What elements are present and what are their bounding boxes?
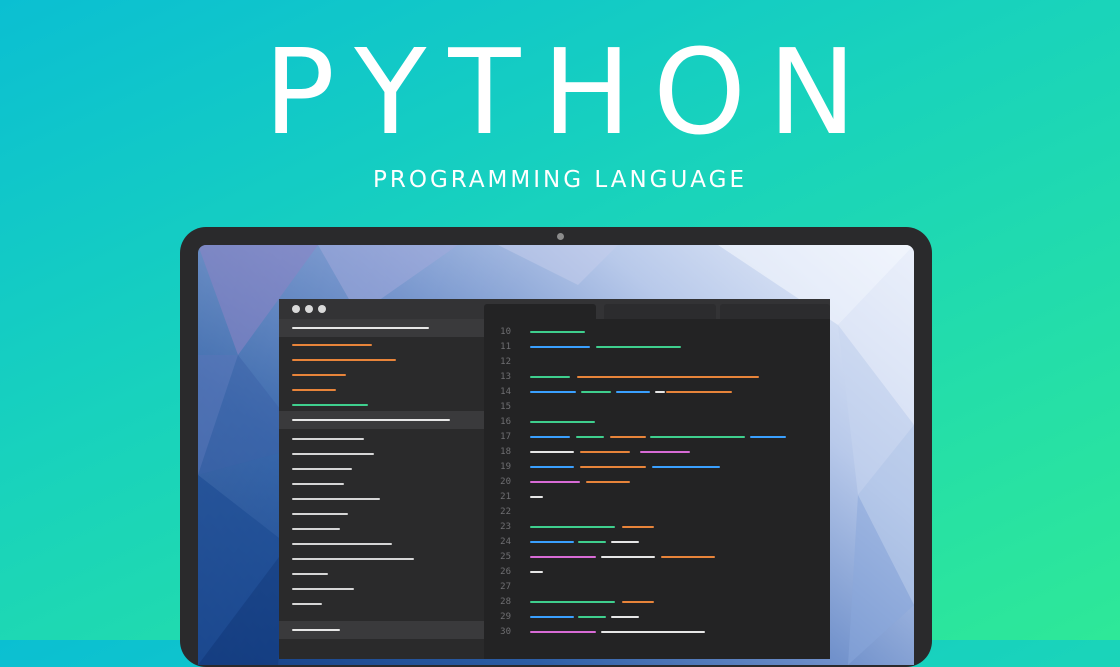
code-token: [596, 346, 681, 348]
code-token: [611, 616, 639, 618]
file-item[interactable]: [292, 513, 348, 515]
line-number: 25: [500, 552, 511, 562]
line-number: 20: [500, 477, 511, 487]
sidebar-header[interactable]: [279, 411, 484, 429]
code-token: [601, 556, 655, 558]
line-number: 22: [500, 507, 511, 517]
code-token: [530, 376, 570, 378]
code-token: [530, 571, 543, 573]
code-token: [530, 601, 615, 603]
file-item[interactable]: [292, 603, 322, 605]
sidebar: [279, 319, 484, 659]
code-token: [530, 436, 570, 438]
file-item[interactable]: [292, 438, 364, 440]
code-token: [576, 436, 604, 438]
line-number: 16: [500, 417, 511, 427]
line-number: 19: [500, 462, 511, 472]
line-number: 23: [500, 522, 511, 532]
line-number: 24: [500, 537, 511, 547]
line-number: 14: [500, 387, 511, 397]
file-item[interactable]: [292, 359, 396, 361]
code-token: [622, 601, 654, 603]
code-token: [652, 466, 720, 468]
code-token: [655, 391, 665, 393]
window-close-button[interactable]: [292, 305, 300, 313]
tab-inactive[interactable]: [720, 304, 830, 319]
file-item[interactable]: [292, 528, 340, 530]
code-token: [530, 526, 615, 528]
line-number: 30: [500, 627, 511, 637]
code-token: [622, 526, 654, 528]
file-item[interactable]: [292, 344, 372, 346]
file-item[interactable]: [292, 453, 374, 455]
code-token: [530, 331, 585, 333]
wallpaper-facet: [498, 245, 618, 285]
editor-window: 10 11 12 13 14 15 16 17 18 19 20 21 22 2…: [279, 299, 830, 659]
code-token: [530, 556, 596, 558]
line-number: 11: [500, 342, 511, 352]
line-number: 29: [500, 612, 511, 622]
line-number: 18: [500, 447, 511, 457]
line-number: 17: [500, 432, 511, 442]
window-maximize-button[interactable]: [318, 305, 326, 313]
tab-inactive[interactable]: [604, 304, 716, 319]
code-token: [580, 466, 646, 468]
code-token: [586, 481, 630, 483]
line-number: 12: [500, 357, 511, 367]
tab-active[interactable]: [484, 304, 596, 320]
line-number: 26: [500, 567, 511, 577]
code-token: [530, 631, 596, 633]
code-token: [640, 451, 690, 453]
code-token: [530, 466, 574, 468]
code-token: [750, 436, 786, 438]
code-token: [530, 451, 574, 453]
sidebar-header-bar: [292, 629, 340, 631]
code-token: [530, 421, 595, 423]
code-token: [530, 496, 543, 498]
file-item[interactable]: [292, 573, 328, 575]
code-token: [581, 391, 611, 393]
code-token: [661, 556, 715, 558]
sidebar-header[interactable]: [279, 319, 484, 337]
line-number: 13: [500, 372, 511, 382]
code-token: [530, 541, 574, 543]
code-token: [578, 541, 606, 543]
code-token: [577, 376, 759, 378]
code-token: [610, 436, 646, 438]
line-number: 27: [500, 582, 511, 592]
line-number: 10: [500, 327, 511, 337]
sidebar-header-bar: [292, 419, 450, 421]
code-token: [611, 541, 639, 543]
code-token: [580, 451, 630, 453]
hero-subtitle: PROGRAMMING LANGUAGE: [373, 167, 747, 193]
file-item[interactable]: [292, 483, 344, 485]
code-token: [616, 391, 650, 393]
code-token: [601, 631, 705, 633]
file-item[interactable]: [292, 404, 368, 406]
camera-dot: [557, 233, 564, 240]
hero-title: PYTHON: [263, 23, 879, 161]
file-item[interactable]: [292, 543, 392, 545]
code-token: [530, 391, 576, 393]
file-item[interactable]: [292, 389, 336, 391]
code-token: [530, 616, 574, 618]
line-number: 21: [500, 492, 511, 502]
title-bar: [279, 299, 830, 320]
sidebar-header[interactable]: [279, 621, 484, 639]
line-number: 15: [500, 402, 511, 412]
code-token: [530, 481, 580, 483]
code-token: [530, 346, 590, 348]
sidebar-header-bar: [292, 327, 429, 329]
file-item[interactable]: [292, 588, 354, 590]
code-token: [650, 436, 745, 438]
code-token: [578, 616, 606, 618]
file-item[interactable]: [292, 558, 414, 560]
file-item[interactable]: [292, 374, 346, 376]
window-minimize-button[interactable]: [305, 305, 313, 313]
file-item[interactable]: [292, 498, 380, 500]
code-token: [666, 391, 732, 393]
line-number: 28: [500, 597, 511, 607]
file-item[interactable]: [292, 468, 352, 470]
